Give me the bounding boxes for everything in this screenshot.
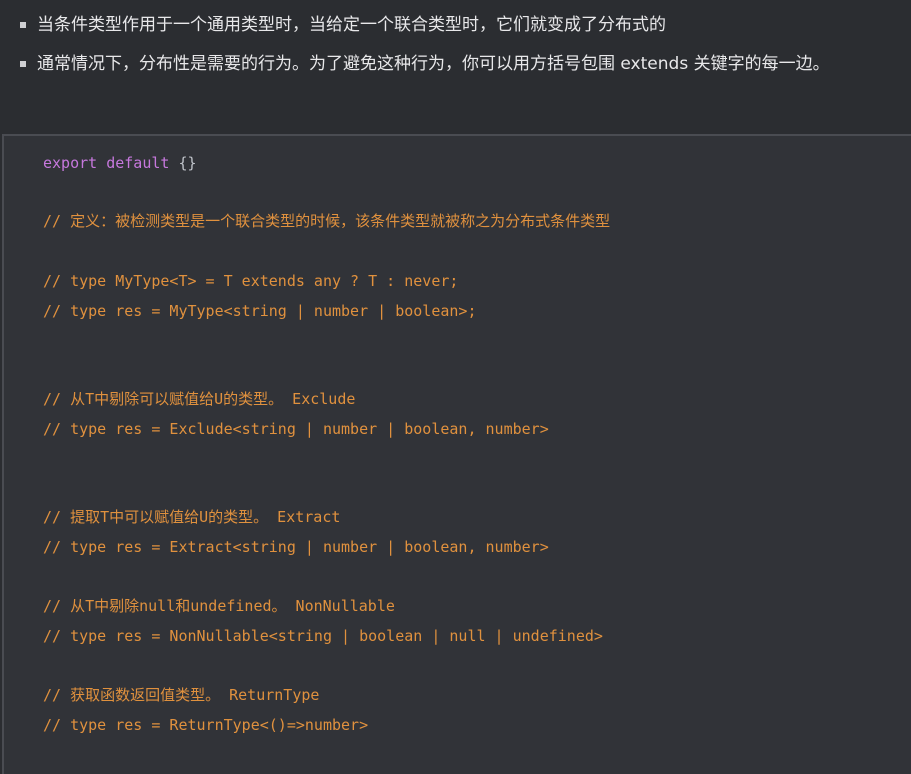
export-body: {} [169,154,197,172]
bullet-marker [20,22,26,28]
bullet-marker [20,61,26,67]
bullet-item: 通常情况下，分布性是需要的行为。为了避免这种行为，你可以用方括号包围 exten… [20,50,850,78]
code-comment: // type res = Exclude<string | number | … [43,420,549,438]
bullet-text: 当条件类型作用于一个通用类型时，当给定一个联合类型时，它们就变成了分布式的 [37,15,666,35]
code-line-export: export default {} [43,153,197,173]
code-comment: // type res = ReturnType<()=>number> [43,716,369,734]
export-keyword: export default [43,154,170,172]
code-comment: // type res = MyType<string | number | b… [43,302,477,320]
code-block: export default {} // 定义：被检测类型是一个联合类型的时候，… [2,134,911,774]
code-comment: // 从T中剔除可以赋值给U的类型。 Exclude [43,390,356,408]
bullet-text: 通常情况下，分布性是需要的行为。为了避免这种行为，你可以用方括号包围 exten… [37,54,830,74]
code-comment: // 从T中剔除null和undefined。 NonNullable [43,597,395,615]
code-comment: // type res = Extract<string | number | … [43,538,549,556]
code-comment: // type MyType<T> = T extends any ? T : … [43,272,459,290]
bullet-item: 当条件类型作用于一个通用类型时，当给定一个联合类型时，它们就变成了分布式的 [20,11,850,39]
code-comment: // 提取T中可以赋值给U的类型。 Extract [43,508,341,526]
code-comment: // 获取函数返回值类型。 ReturnType [43,686,320,704]
code-comment: // 定义：被检测类型是一个联合类型的时候，该条件类型就被称之为分布式条件类型 [43,212,611,230]
code-comment: // type res = NonNullable<string | boole… [43,627,603,645]
